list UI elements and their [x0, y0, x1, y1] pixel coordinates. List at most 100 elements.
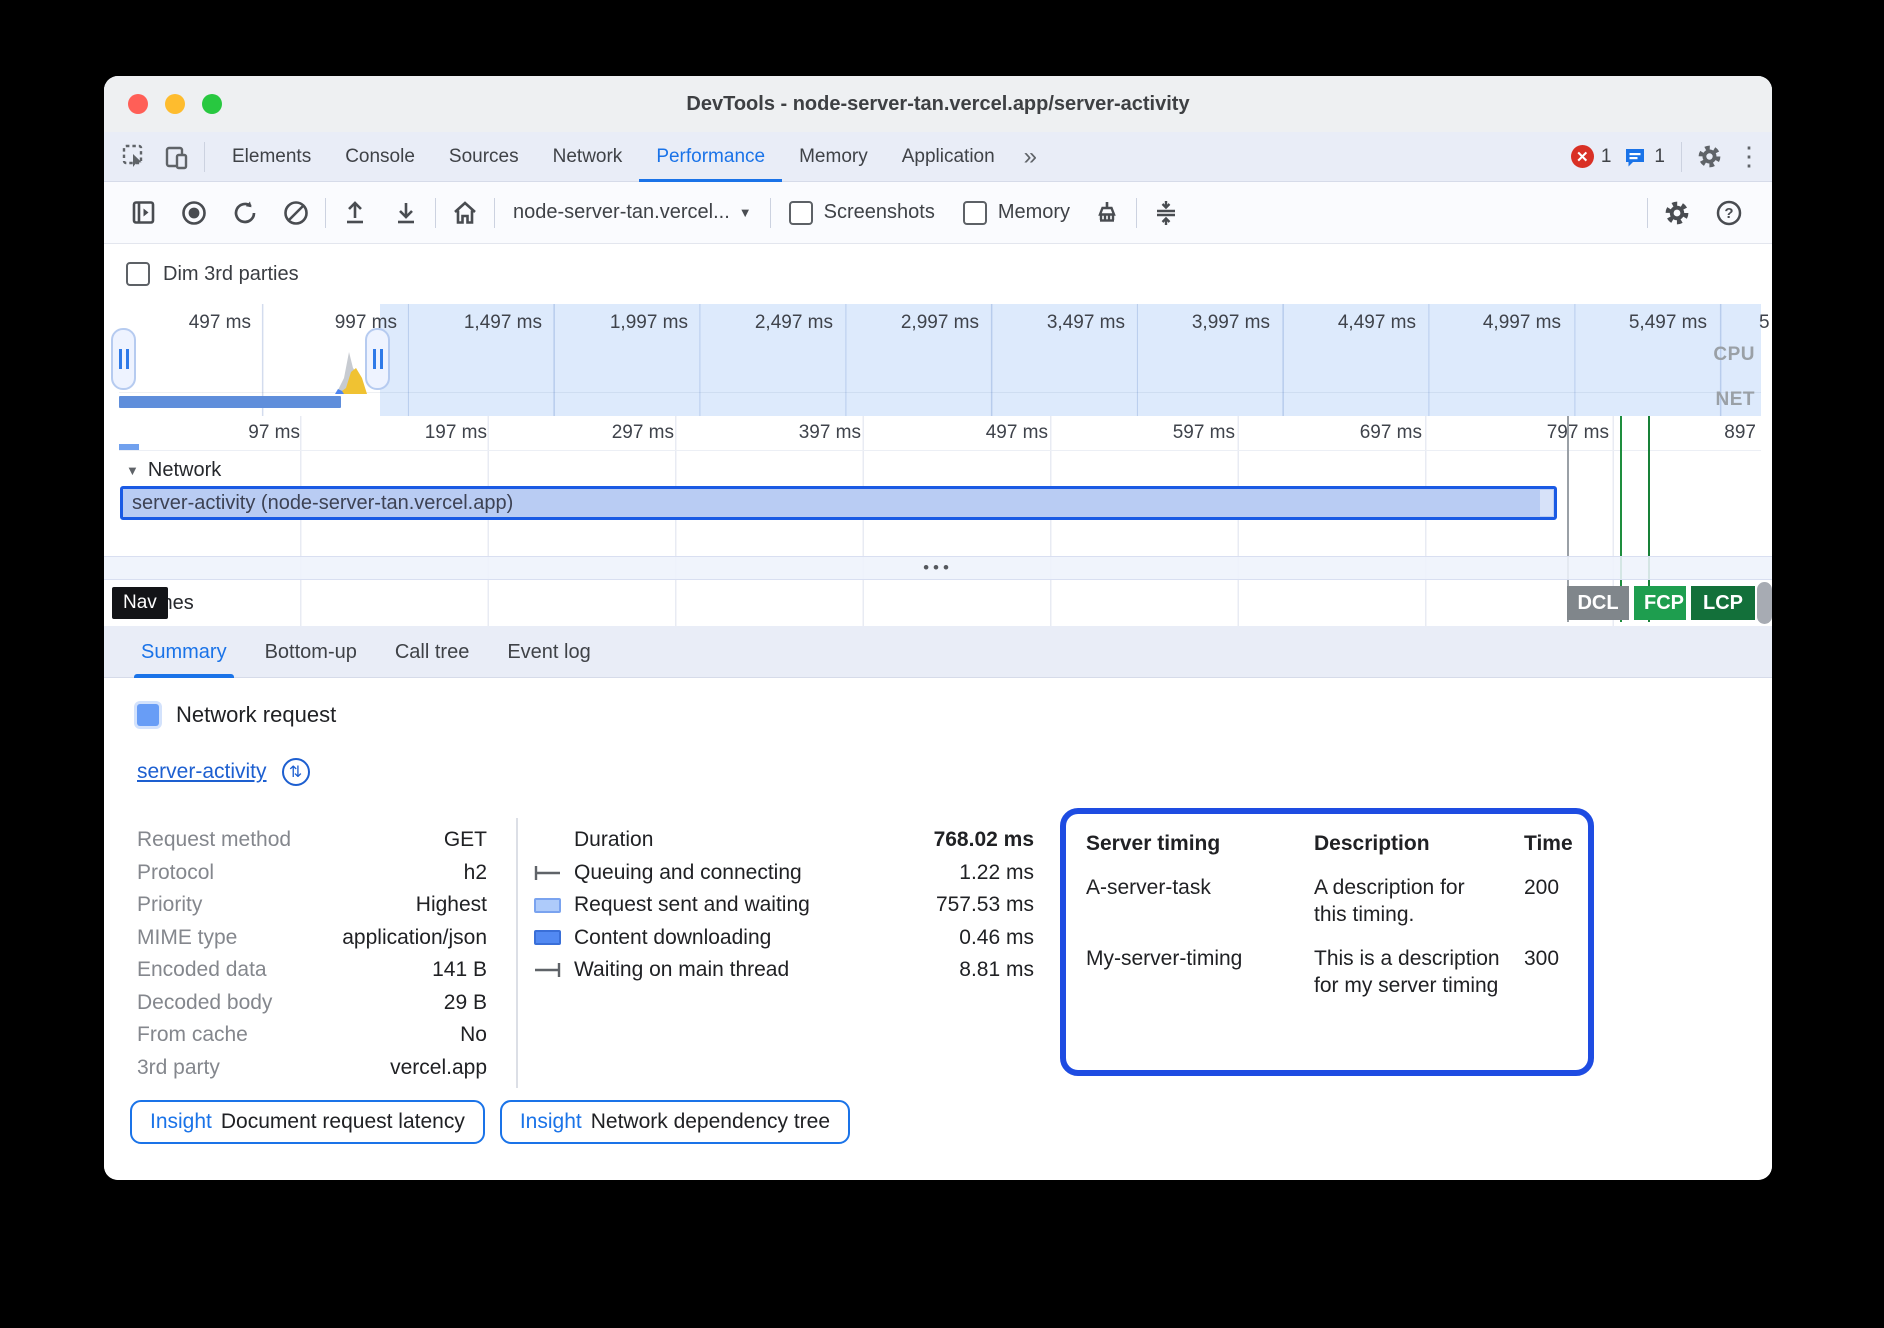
detail-value: 141 B — [432, 958, 487, 982]
vertical-scrollbar-thumb[interactable] — [1757, 582, 1772, 624]
tab-bottom-up[interactable]: Bottom-up — [246, 626, 376, 678]
network-track-header[interactable]: ▼ Network — [104, 454, 221, 486]
timeline-tick-label: 497 ms — [986, 422, 1048, 444]
collapse-tracks-icon[interactable] — [1147, 194, 1185, 232]
main-tabbar: Elements Console Sources Network Perform… — [104, 132, 1772, 182]
timing-row: Request sent and waiting 757.53 ms — [534, 889, 1034, 922]
tab-call-tree[interactable]: Call tree — [376, 626, 488, 678]
history-selected-label: node-server-tan.vercel... — [513, 201, 730, 224]
tab-network[interactable]: Network — [536, 132, 640, 182]
tab-sources[interactable]: Sources — [432, 132, 536, 182]
history-dropdown[interactable]: node-server-tan.vercel... ▼ — [505, 201, 760, 224]
memory-toggle[interactable]: Memory — [963, 201, 1070, 225]
overflow-dots-icon: ••• — [923, 558, 953, 577]
detail-row: MIME type application/json — [137, 922, 487, 955]
screenshots-toggle[interactable]: Screenshots — [789, 201, 935, 225]
download-profile-icon[interactable] — [387, 194, 425, 232]
tab-memory[interactable]: Memory — [782, 132, 885, 182]
insight-network-dependency-tree-chip[interactable]: Insight Network dependency tree — [500, 1100, 850, 1144]
timing-value: 8.81 ms — [959, 958, 1034, 982]
server-timing-time: 300 — [1524, 945, 1573, 999]
timing-value: 0.46 ms — [959, 926, 1034, 950]
dim-3rd-parties-label: Dim 3rd parties — [163, 263, 299, 286]
divider — [494, 198, 495, 228]
insight-prefix: Insight — [150, 1110, 212, 1134]
clear-icon[interactable] — [277, 194, 315, 232]
timing-row: Queuing and connecting 1.22 ms — [534, 857, 1034, 890]
overview-track[interactable]: 497 ms 997 ms 1,497 ms 1,997 ms 2,497 ms… — [119, 304, 1761, 416]
divider — [1681, 142, 1682, 172]
tab-summary[interactable]: Summary — [122, 626, 246, 678]
overview-left-handle[interactable] — [111, 328, 136, 390]
network-activity-bar — [119, 396, 341, 408]
server-timing-time: 200 — [1524, 874, 1573, 928]
network-track-label: Network — [148, 459, 221, 482]
selected-network-request-bar[interactable]: server-activity (node-server-tan.vercel.… — [120, 486, 1557, 520]
track-left-indicator — [119, 444, 139, 450]
panel-settings-gear-icon[interactable] — [1658, 194, 1696, 232]
garbage-collect-icon[interactable] — [1088, 194, 1126, 232]
overview-tick-label: 4,497 ms — [1338, 312, 1416, 334]
timeline-tick-label: 97 ms — [248, 422, 300, 444]
tab-console[interactable]: Console — [328, 132, 432, 182]
request-link-row: server-activity ⇅ — [137, 758, 310, 786]
screenshots-checkbox[interactable] — [789, 201, 813, 225]
timing-value: 1.22 ms — [959, 861, 1034, 885]
downloading-swatch-icon — [534, 930, 574, 945]
insight-label: Network dependency tree — [591, 1110, 830, 1134]
timeline-tick-label: 297 ms — [612, 422, 674, 444]
overview-tick-label: 4,997 ms — [1483, 312, 1561, 334]
server-timing-name: A-server-task — [1086, 874, 1292, 928]
kebab-menu-icon[interactable]: ⋮ — [1726, 141, 1772, 172]
tab-application[interactable]: Application — [885, 132, 1012, 182]
inspect-element-icon[interactable] — [118, 140, 152, 174]
issues-badge[interactable]: 1 — [1623, 145, 1665, 169]
detail-label: Decoded body — [137, 991, 272, 1015]
tab-event-log[interactable]: Event log — [488, 626, 609, 678]
record-icon[interactable] — [175, 194, 213, 232]
tab-performance[interactable]: Performance — [639, 132, 782, 182]
titlebar: DevTools - node-server-tan.vercel.app/se… — [104, 76, 1772, 133]
settings-gear-icon[interactable] — [1692, 140, 1726, 174]
dim-3rd-parties-checkbox[interactable] — [126, 262, 150, 286]
home-icon[interactable] — [446, 194, 484, 232]
server-timing-description: This is a description for my server timi… — [1314, 945, 1502, 999]
timing-label: Content downloading — [574, 926, 959, 950]
help-icon[interactable]: ? — [1710, 194, 1748, 232]
request-details-list: Request method GET Protocol h2 Priority … — [137, 824, 487, 1084]
overview-tick-label: 5 — [1759, 312, 1770, 334]
timeline-tick-label: 697 ms — [1360, 422, 1422, 444]
detail-value: application/json — [342, 926, 487, 950]
overview-right-handle[interactable] — [365, 328, 390, 390]
tab-summary-label: Summary — [141, 641, 227, 663]
insight-document-request-latency-chip[interactable]: Insight Document request latency — [130, 1100, 485, 1144]
insight-label: Document request latency — [221, 1110, 465, 1134]
server-timing-card: Server timing Description Time A-server-… — [1060, 808, 1594, 1076]
divider — [1647, 198, 1648, 228]
cpu-lane-label: CPU — [1713, 344, 1755, 366]
reveal-in-network-icon[interactable]: ⇅ — [282, 758, 310, 786]
upload-profile-icon[interactable] — [336, 194, 374, 232]
device-toolbar-icon[interactable] — [160, 140, 194, 174]
memory-checkbox[interactable] — [963, 201, 987, 225]
collapse-caret-icon[interactable]: ▼ — [126, 463, 139, 478]
toggle-sidebar-icon[interactable] — [124, 194, 162, 232]
detail-value: No — [460, 1023, 487, 1047]
tab-elements[interactable]: Elements — [215, 132, 328, 182]
issues-count: 1 — [1654, 146, 1665, 168]
active-tab-underline — [134, 674, 234, 678]
server-timing-header: Server timing — [1086, 830, 1292, 857]
devtools-window: DevTools - node-server-tan.vercel.app/se… — [104, 76, 1772, 1180]
error-badge[interactable]: ✕ 1 — [1571, 145, 1612, 168]
more-tabs-icon[interactable]: » — [1012, 143, 1049, 171]
request-link[interactable]: server-activity — [137, 760, 267, 784]
collapsed-tracks-row[interactable]: ••• — [104, 556, 1772, 580]
timeline-overview: 497 ms 997 ms 1,497 ms 1,997 ms 2,497 ms… — [104, 304, 1772, 417]
timeline-tracks: 97 ms 197 ms 297 ms 397 ms 497 ms 597 ms… — [104, 416, 1772, 627]
timing-row: Content downloading 0.46 ms — [534, 922, 1034, 955]
timeline-tick-label: 797 ms — [1547, 422, 1609, 444]
divider — [325, 198, 326, 228]
request-timing-list: Duration 768.02 ms Queuing and connectin… — [534, 824, 1034, 987]
detail-label: Protocol — [137, 861, 214, 885]
reload-record-icon[interactable] — [226, 194, 264, 232]
